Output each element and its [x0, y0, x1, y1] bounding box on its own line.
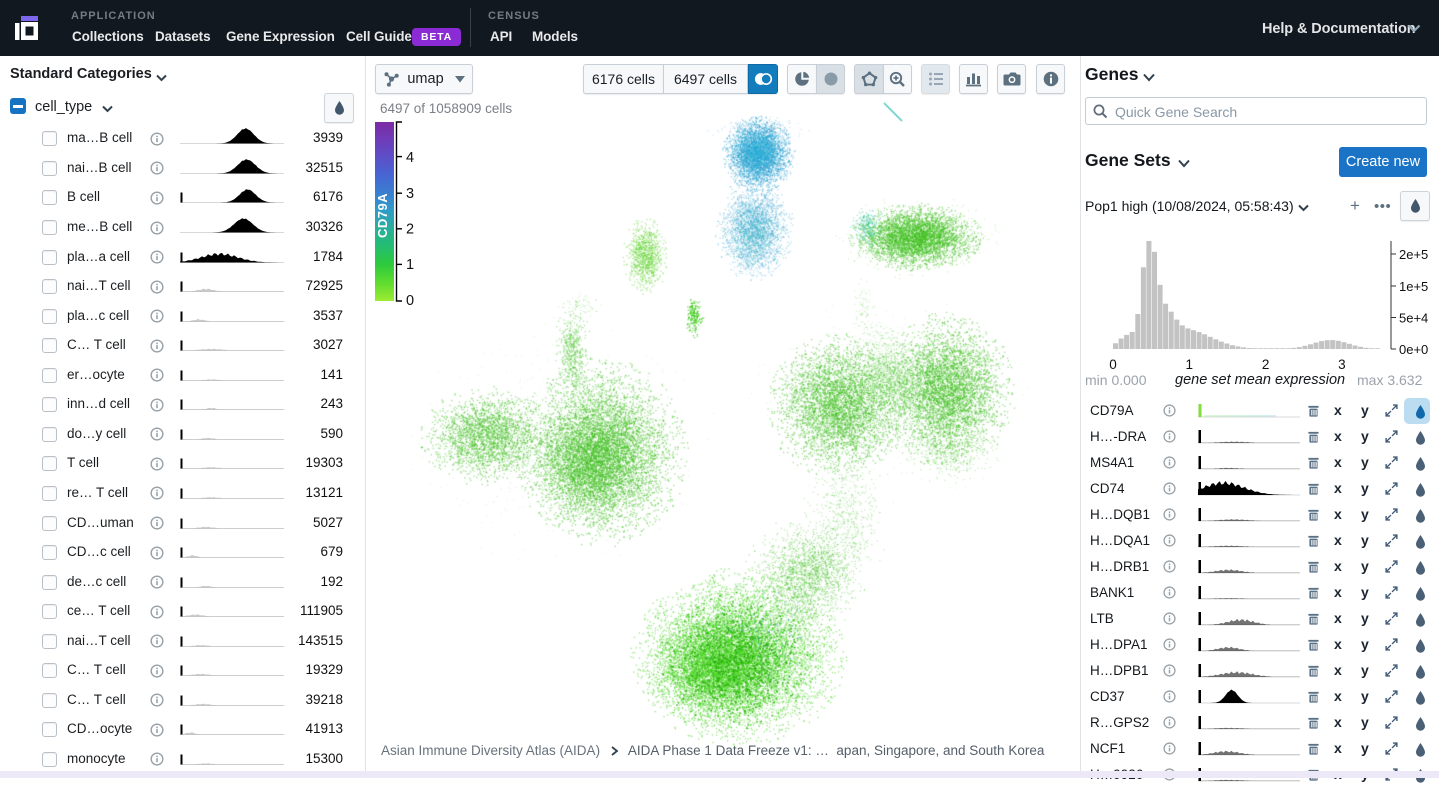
svg-text:5e+4: 5e+4: [1399, 311, 1428, 326]
svg-text:0: 0: [1109, 357, 1117, 372]
svg-text:0e+0: 0e+0: [1399, 342, 1428, 357]
svg-text:2e+5: 2e+5: [1399, 247, 1428, 262]
svg-text:3: 3: [1338, 357, 1346, 372]
svg-text:1: 1: [1186, 357, 1194, 372]
svg-text:2: 2: [1262, 357, 1270, 372]
svg-text:1e+5: 1e+5: [1399, 279, 1428, 294]
